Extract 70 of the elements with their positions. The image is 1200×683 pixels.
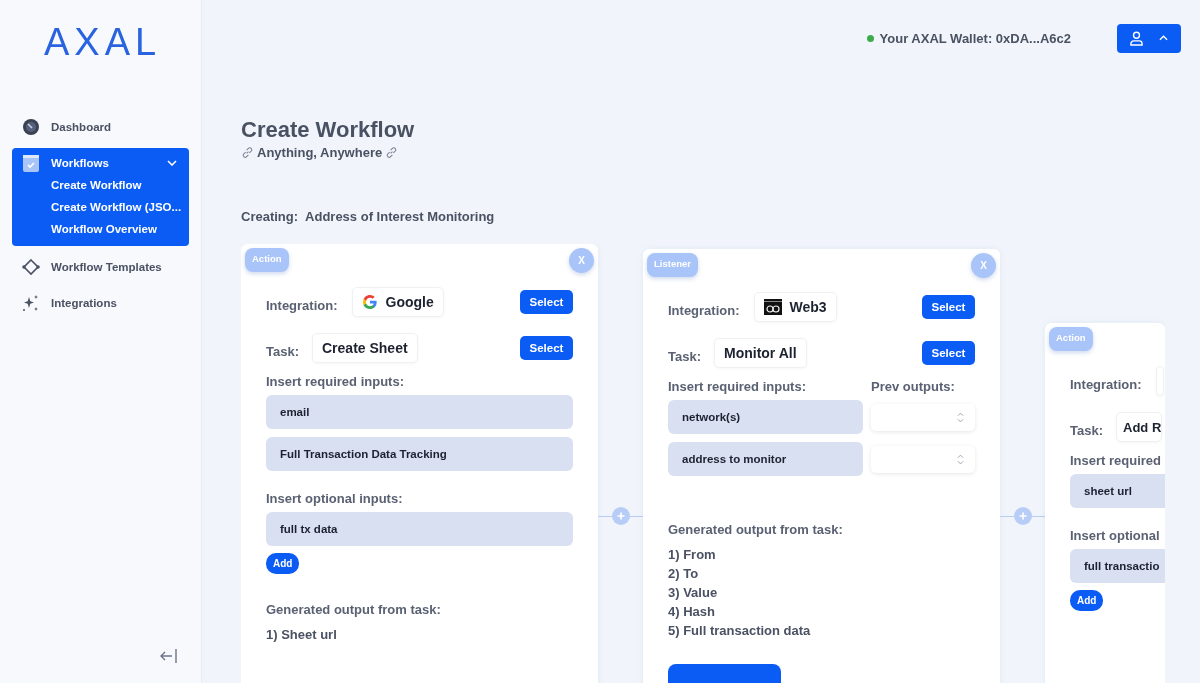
input-field[interactable]: Full Transaction Data Tracking [266,437,573,471]
sparkles-icon [22,294,40,312]
input-field[interactable]: sheet url [1070,474,1165,508]
step-type-badge: Listener [647,253,698,277]
select-button[interactable]: Select [520,290,573,314]
user-icon [1130,30,1143,46]
task-chip: Monitor All [714,338,807,368]
input-field[interactable]: full transactio [1070,549,1165,583]
step-type-badge: Action [1049,327,1093,351]
integration-label: Integration: [668,302,740,318]
integration-chip: Web3 [753,292,837,322]
select-button[interactable]: Select [922,295,975,319]
section-label: Insert required [1070,453,1163,468]
clipboard-check-icon [22,154,40,172]
output-item: 2) To [668,565,700,583]
task-label: Task: [1070,422,1103,438]
section-label: Insert required inputs: [668,379,807,394]
gauge-icon [22,118,40,136]
creating-label: Creating: [241,209,299,224]
workflow-name: Address of Interest Monitoring [305,209,495,224]
section-label: Insert optional inputs: [266,491,404,506]
section-label: Prev outputs: [871,379,956,394]
page-subtitle: Anything, Anywhere [257,145,383,160]
link-icon [385,146,399,159]
nav-item[interactable]: Integrations [12,288,189,318]
sort-arrows-icon [957,411,964,423]
output-item: 1) From [668,546,717,564]
nav-item[interactable]: Dashboard [12,112,189,142]
account-button[interactable] [1117,23,1181,53]
google-logo-icon [361,294,378,310]
nav-group-active[interactable]: Workflows Create Workflow Create Workflow (JSO... Workflow Overview [12,148,189,246]
task-chip: Add R [1116,412,1163,442]
chevron-up-icon [1159,35,1168,41]
input-field[interactable]: email [266,395,573,429]
collapse-sidebar-icon[interactable] [159,647,179,665]
glasses-logo-icon [763,299,782,315]
page-title: Create Workflow [241,117,416,143]
integration-label: Integration: [1070,376,1142,392]
integration-chip: Google [351,287,444,317]
add-step-button[interactable] [1013,507,1032,525]
output-item: 4) Hash [668,603,716,621]
nav-item[interactable]: Workflow Templates [12,252,189,282]
output-item: 1) Sheet url [266,626,338,644]
input-field[interactable]: full tx data [266,512,573,546]
section-label: Generated output from task: [668,522,844,537]
task-label: Task: [266,343,299,359]
wallet-address: Your AXAL Wallet: 0xDA...A6c2 [879,30,1071,46]
task-chip: Create Sheet [312,333,418,363]
link-icon [241,146,254,159]
axal-logo: AXAL [44,22,163,62]
task-label: Task: [668,348,701,364]
step-type-badge: Action [245,248,289,272]
add-button[interactable]: Add [266,553,300,574]
nav-subitem[interactable]: Create Workflow [51,177,179,194]
input-field[interactable]: address to monitor [668,442,863,476]
section-label: Insert optional [1070,528,1161,543]
diamond-icon [22,258,40,276]
select-button[interactable]: Select [520,336,573,360]
output-item: 5) Full transaction data [668,622,812,640]
nav-subitem[interactable]: Create Workflow (JSO... [51,199,179,216]
sort-arrows-icon [957,453,964,465]
input-field[interactable]: network(s) [668,400,863,434]
section-label: Generated output from task: [266,602,442,617]
nav-subitem[interactable]: Workflow Overview [51,221,179,238]
add-button[interactable]: Add [1070,590,1104,611]
select-button[interactable]: Select [922,341,975,365]
add-step-button[interactable] [611,507,630,525]
output-item: 3) Value [668,584,719,602]
section-label: Insert required inputs: [266,374,405,389]
integration-label: Integration: [266,297,338,313]
